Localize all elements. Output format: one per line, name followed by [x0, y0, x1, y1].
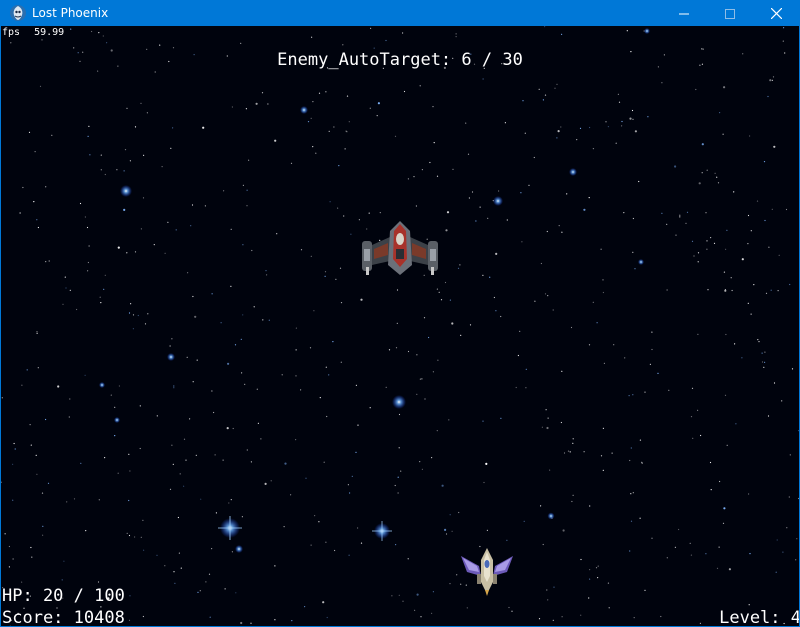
- fps-counter: fps 59.99: [2, 27, 64, 39]
- game-window: Lost Phoenix fps 59.99 Enemy_AutoTarget:…: [0, 0, 800, 627]
- maximize-button[interactable]: [707, 1, 753, 26]
- auto-target-counter: Enemy_AutoTarget: 6 / 30: [277, 50, 523, 70]
- fps-label: fps: [2, 27, 21, 38]
- phoenix-app-icon: [9, 4, 27, 22]
- player-phoenix-ship: [461, 548, 513, 596]
- title-bar[interactable]: Lost Phoenix: [1, 1, 799, 26]
- window-title: Lost Phoenix: [32, 6, 109, 20]
- hp-readout: HP: 20 / 100: [2, 586, 125, 606]
- score-readout: Score: 10408: [2, 608, 125, 627]
- close-button[interactable]: [753, 1, 799, 26]
- minimize-icon: [679, 9, 689, 19]
- fps-value: 59.99: [34, 27, 65, 38]
- level-readout: Level: 4: [719, 608, 799, 627]
- maximize-icon: [725, 8, 735, 19]
- minimize-button[interactable]: [661, 1, 707, 26]
- game-viewport[interactable]: fps 59.99 Enemy_AutoTarget: 6 / 30 HP: 2…: [1, 26, 799, 627]
- close-icon: [770, 8, 782, 19]
- bright-stars: [99, 28, 650, 553]
- starfield-background: [1, 26, 799, 626]
- enemy-fighter-ship: [362, 221, 438, 275]
